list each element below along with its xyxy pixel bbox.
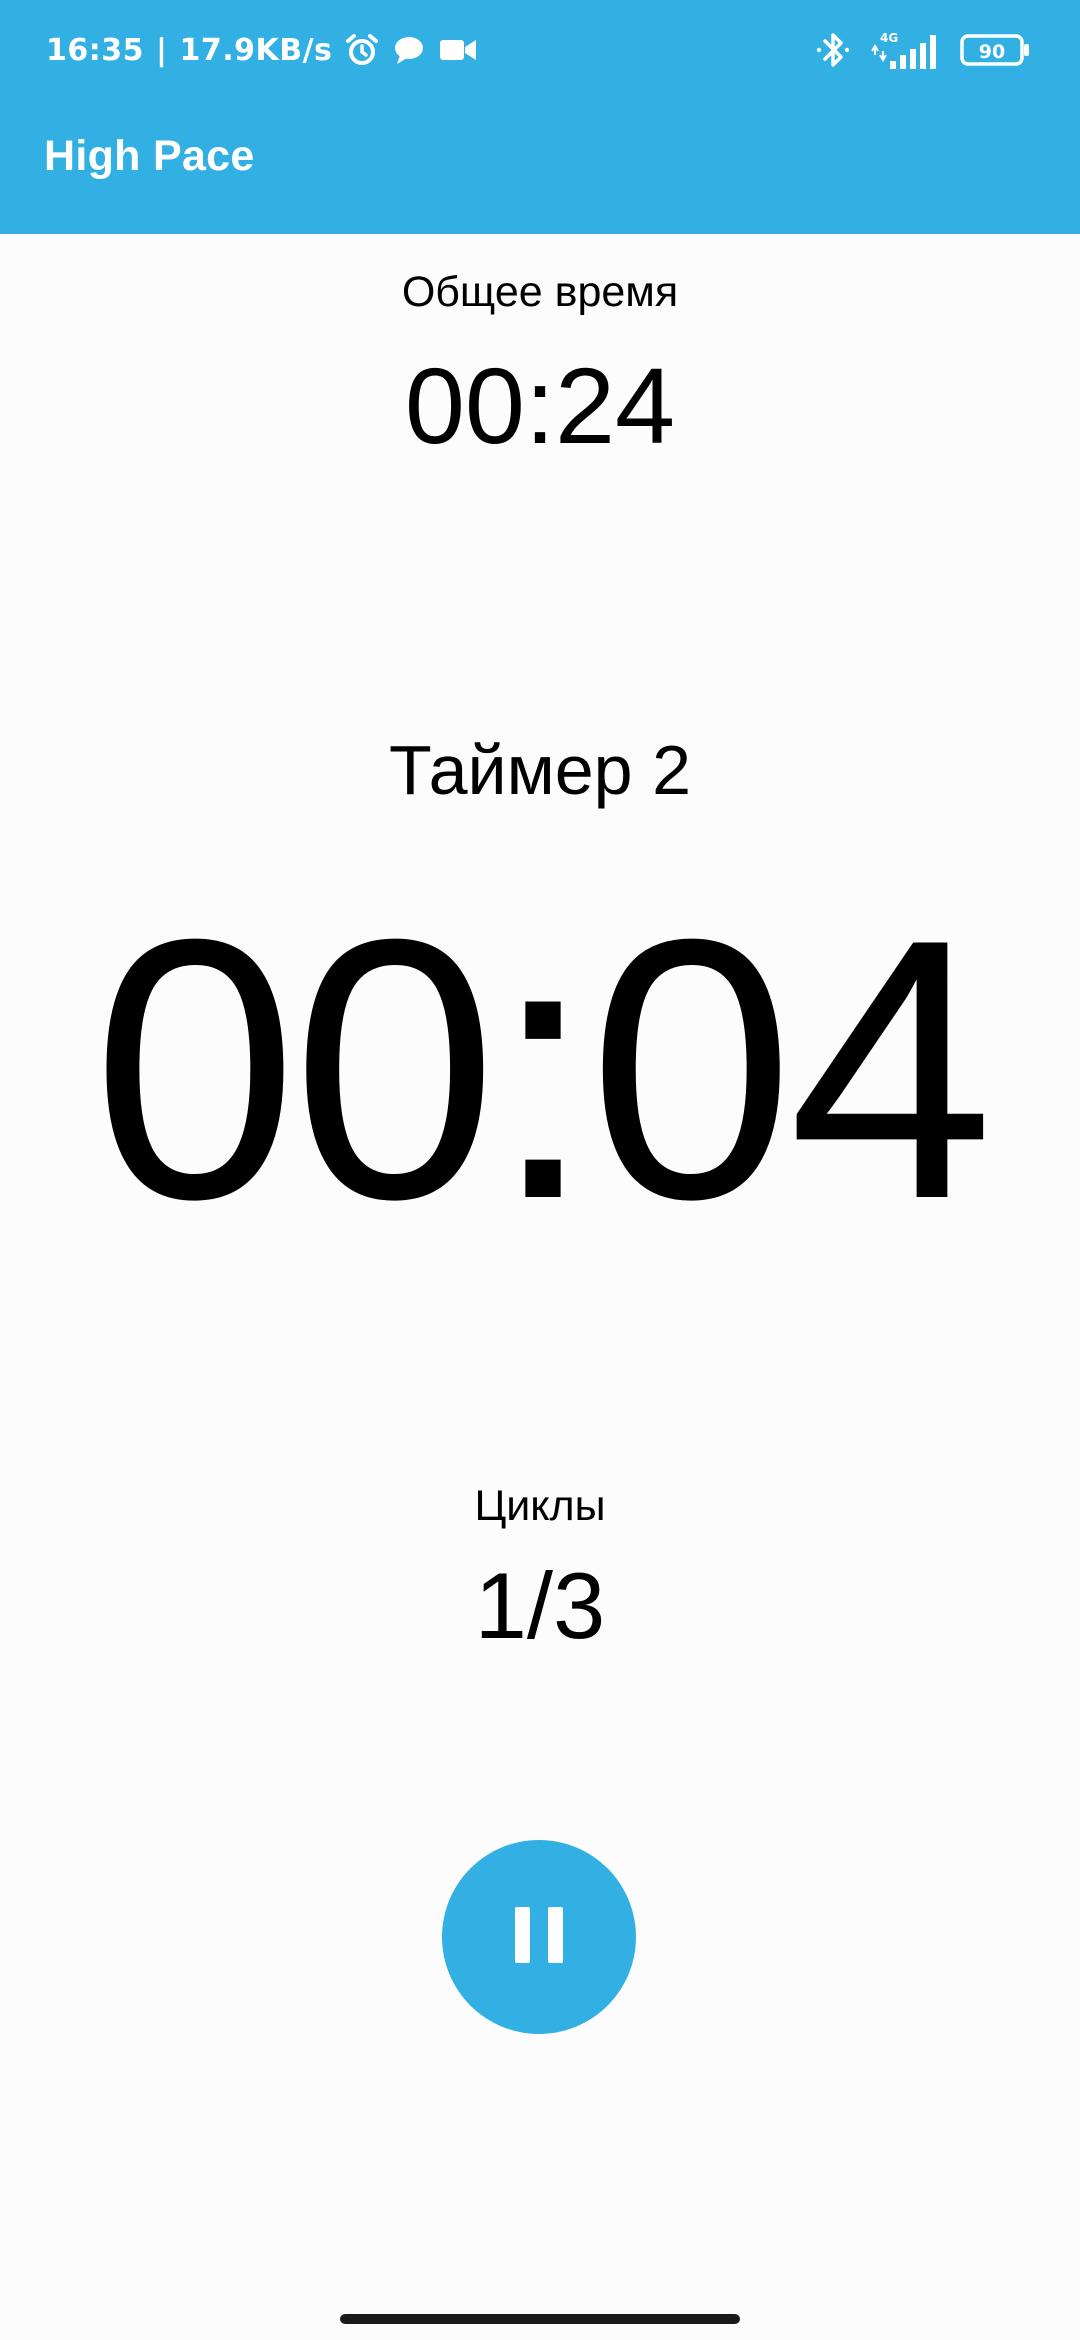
status-bar-left: 16:35 | 17.9KB/s: [46, 26, 478, 74]
battery-level-label: 90: [979, 41, 1005, 63]
network-type-label: 4G: [880, 31, 898, 45]
message-icon: [392, 33, 426, 67]
cycles-value: 1/3: [474, 1553, 606, 1658]
total-time-value: 00:24: [404, 345, 676, 466]
pause-button[interactable]: [442, 1840, 636, 2034]
status-bar-right: 4G 90: [816, 26, 1030, 74]
video-camera-icon: [438, 35, 478, 65]
pause-icon: [511, 1905, 567, 1970]
app-bar: High Pace: [0, 100, 1080, 234]
bluetooth-icon: [816, 30, 850, 70]
status-separator: |: [156, 32, 168, 68]
total-time-label: Общее время: [401, 268, 679, 316]
battery-icon: 90: [960, 33, 1030, 67]
timer-countdown: 00:04: [92, 863, 994, 1276]
timer-name: Таймер 2: [388, 731, 691, 809]
alarm-icon: [344, 32, 380, 68]
home-indicator[interactable]: [340, 2314, 740, 2324]
status-bar: 16:35 | 17.9KB/s 4G 90: [0, 0, 1080, 100]
status-time: 16:35: [46, 32, 144, 68]
signal-icon: 4G: [870, 29, 940, 71]
cycles-label: Циклы: [474, 1482, 606, 1530]
app-title: High Pace: [44, 132, 255, 180]
status-net-speed: 17.9KB/s: [179, 32, 333, 68]
